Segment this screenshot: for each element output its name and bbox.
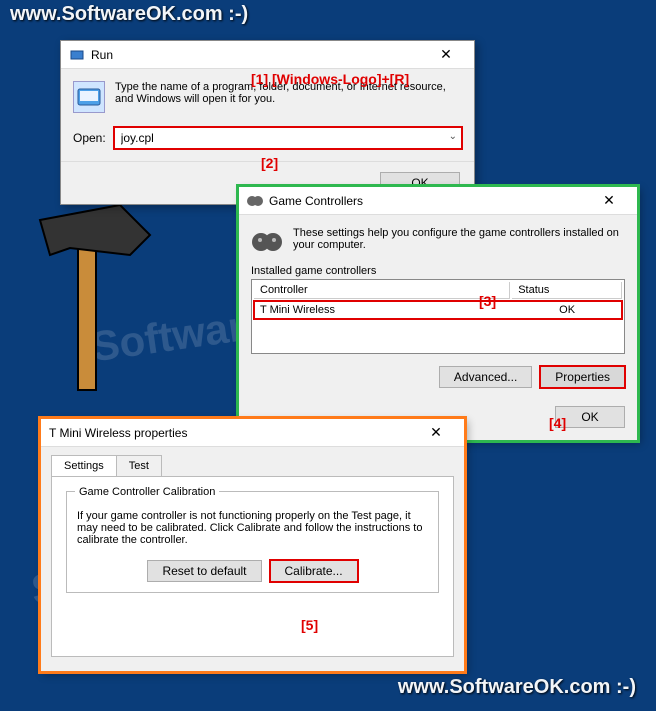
hammer-decoration [20, 200, 160, 400]
cell-controller: T Mini Wireless [254, 301, 510, 319]
controllers-table: Controller Status T Mini Wireless OK [251, 279, 625, 354]
open-label: Open: [73, 131, 106, 145]
col-status[interactable]: Status [512, 282, 622, 299]
gc-description: These settings help you configure the ga… [293, 227, 625, 251]
open-input-wrapper: ⌄ [114, 127, 462, 149]
tab-content: Game Controller Calibration If your game… [51, 477, 454, 657]
properties-button[interactable]: Properties [540, 366, 625, 388]
game-controllers-dialog: Game Controllers ✕ These settings help y… [238, 186, 638, 441]
tab-settings[interactable]: Settings [51, 455, 117, 476]
table-row[interactable]: T Mini Wireless OK [254, 301, 622, 319]
annotation-5: [5] [301, 617, 318, 633]
group-title: Game Controller Calibration [75, 486, 219, 498]
open-input[interactable] [114, 127, 462, 149]
gamepad-icon [247, 193, 263, 209]
run-titlebar: Run ✕ [61, 41, 474, 69]
tabs: Settings Test [51, 455, 454, 477]
run-dialog: Run ✕ Type the name of a program, folder… [60, 40, 475, 205]
col-controller[interactable]: Controller [254, 282, 510, 299]
props-titlebar: T Mini Wireless properties ✕ [41, 419, 464, 447]
annotation-2: [2] [261, 155, 278, 171]
close-icon[interactable]: ✕ [589, 192, 629, 209]
advanced-button[interactable]: Advanced... [439, 366, 532, 388]
run-app-icon [73, 81, 105, 113]
chevron-down-icon[interactable]: ⌄ [449, 131, 457, 142]
reset-button[interactable]: Reset to default [147, 560, 261, 582]
run-title: Run [91, 48, 426, 62]
annotation-4: [4] [549, 415, 566, 431]
props-title: T Mini Wireless properties [49, 426, 416, 440]
properties-dialog: T Mini Wireless properties ✕ Settings Te… [40, 418, 465, 672]
calibrate-button[interactable]: Calibrate... [270, 560, 358, 582]
cell-status: OK [512, 301, 622, 319]
gamepad-large-icon [251, 227, 283, 257]
watermark-bottom: www.SoftwareOK.com :-) [398, 676, 636, 699]
gc-list-label: Installed game controllers [251, 265, 625, 277]
annotation-3: [3] [479, 293, 496, 309]
gc-title: Game Controllers [269, 194, 589, 208]
annotation-1: [1] [Windows-Logo]+[R] [251, 71, 409, 87]
tab-test[interactable]: Test [116, 455, 162, 476]
close-icon[interactable]: ✕ [426, 46, 466, 63]
group-text: If your game controller is not functioni… [77, 510, 428, 546]
gc-titlebar: Game Controllers ✕ [239, 187, 637, 215]
close-icon[interactable]: ✕ [416, 424, 456, 441]
run-icon [69, 47, 85, 63]
calibration-group: Game Controller Calibration If your game… [66, 491, 439, 593]
watermark-top: www.SoftwareOK.com :-) [10, 3, 248, 26]
